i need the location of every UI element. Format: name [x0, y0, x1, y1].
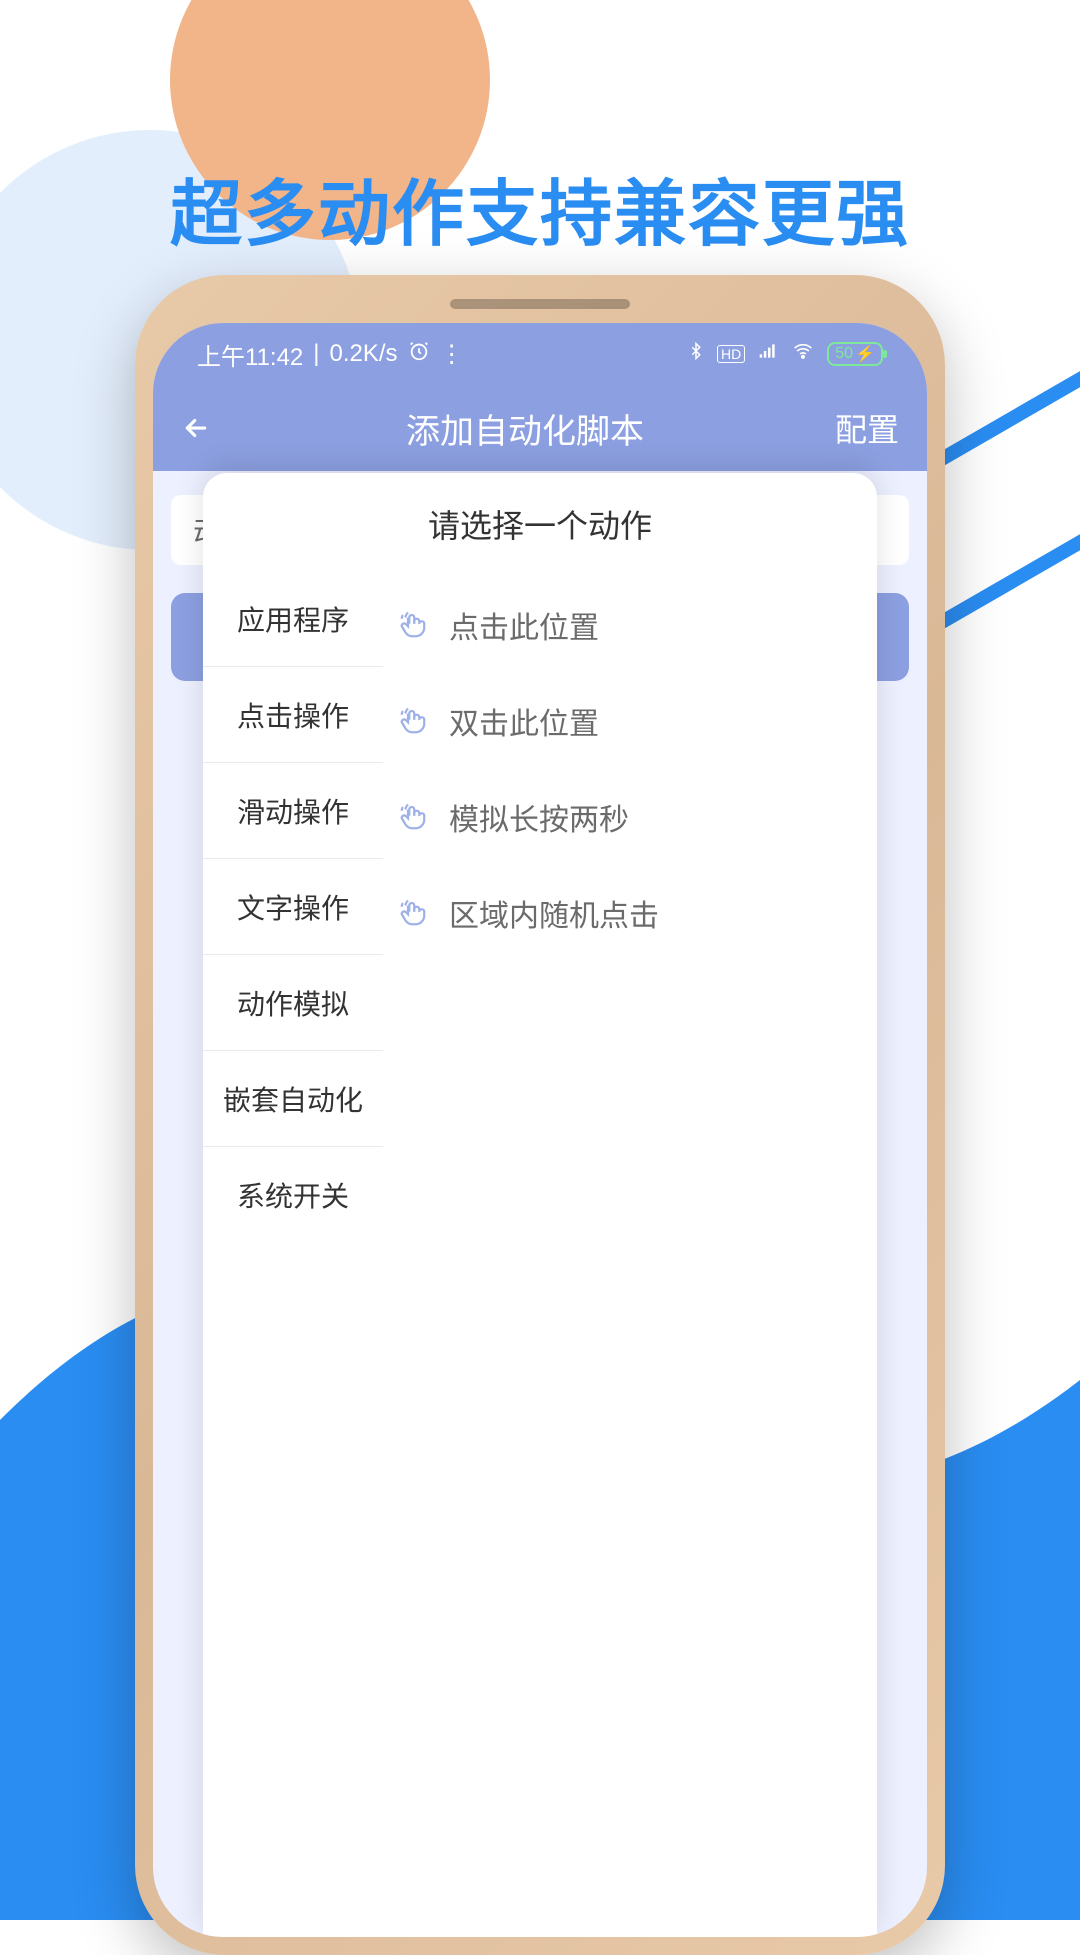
status-left: 上午11:42 | 0.2K/s ⋮ [197, 337, 466, 372]
category-swipe[interactable]: 滑动操作 [203, 763, 383, 859]
header-title: 添加自动化脚本 [221, 404, 829, 453]
alarm-icon [408, 340, 430, 369]
category-nested[interactable]: 嵌套自动化 [203, 1051, 383, 1147]
phone-speaker [450, 299, 630, 309]
option-label: 双击此位置 [449, 699, 599, 743]
modal-title: 请选择一个动作 [203, 473, 877, 571]
option-long-press[interactable]: 模拟长按两秒 [383, 769, 877, 865]
option-label: 区域内随机点击 [449, 891, 659, 935]
modal-options-list: 点击此位置 双击此位置 模拟长按两秒 [383, 571, 877, 1937]
category-app[interactable]: 应用程序 [203, 571, 383, 667]
modal-body: 应用程序 点击操作 滑动操作 文字操作 动作模拟 嵌套自动化 系统开关 点击此位… [203, 571, 877, 1937]
tap-icon [395, 703, 431, 739]
battery-level: 50 [835, 345, 853, 363]
tap-icon [395, 799, 431, 835]
tap-icon [395, 607, 431, 643]
phone-screen: 上午11:42 | 0.2K/s ⋮ HD [153, 323, 927, 1937]
option-label: 点击此位置 [449, 603, 599, 647]
category-click[interactable]: 点击操作 [203, 667, 383, 763]
charging-icon: ⚡ [855, 344, 875, 364]
modal-category-sidebar: 应用程序 点击操作 滑动操作 文字操作 动作模拟 嵌套自动化 系统开关 [203, 571, 383, 1937]
category-system[interactable]: 系统开关 [203, 1147, 383, 1243]
signal-icon [757, 340, 779, 368]
status-right: HD 50 ⚡ [687, 340, 883, 369]
option-double-tap[interactable]: 双击此位置 [383, 673, 877, 769]
promo-headline: 超多动作支持兼容更强 [0, 155, 1080, 260]
back-button[interactable] [181, 413, 221, 443]
bluetooth-icon [687, 340, 705, 369]
app-header: 添加自动化脚本 配置 [153, 385, 927, 471]
option-random-tap[interactable]: 区域内随机点击 [383, 865, 877, 961]
option-tap-here[interactable]: 点击此位置 [383, 577, 877, 673]
wifi-icon [791, 340, 815, 368]
category-simulate[interactable]: 动作模拟 [203, 955, 383, 1051]
phone-frame: 上午11:42 | 0.2K/s ⋮ HD [135, 275, 945, 1955]
status-sep: | [313, 340, 319, 368]
battery-indicator: 50 ⚡ [827, 342, 883, 366]
header-config-button[interactable]: 配置 [829, 405, 899, 451]
status-bar: 上午11:42 | 0.2K/s ⋮ HD [153, 323, 927, 385]
category-text[interactable]: 文字操作 [203, 859, 383, 955]
hd-icon: HD [717, 345, 745, 363]
status-time: 上午11:42 [197, 337, 303, 372]
tap-icon [395, 895, 431, 931]
status-net-speed: 0.2K/s [330, 340, 398, 368]
option-label: 模拟长按两秒 [449, 795, 629, 839]
status-more-icon: ⋮ [440, 340, 466, 369]
action-picker-modal: 请选择一个动作 应用程序 点击操作 滑动操作 文字操作 动作模拟 嵌套自动化 系… [203, 473, 877, 1937]
